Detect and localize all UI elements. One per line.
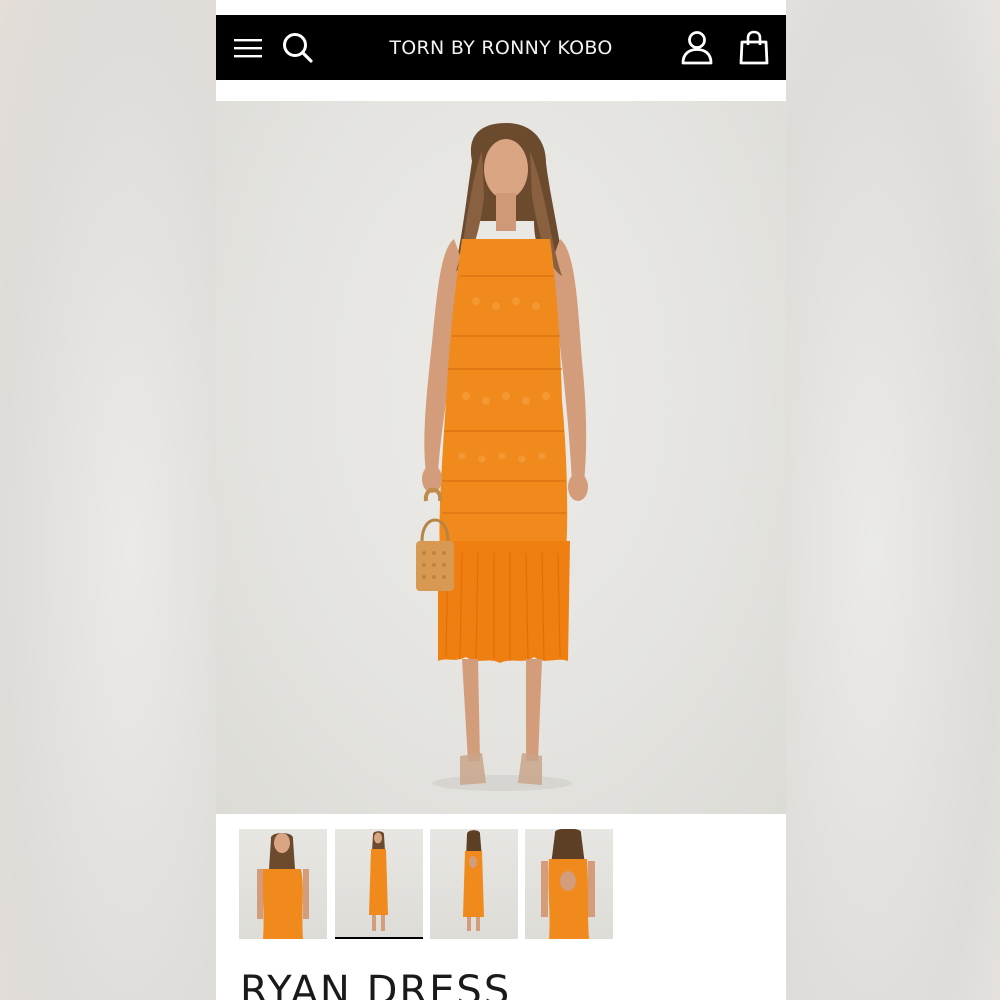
site-header: TORN BY RONNY KOBO: [216, 15, 786, 80]
blurred-background-right: [786, 0, 1000, 1000]
thumbnail-back-full[interactable]: [430, 829, 518, 939]
search-icon[interactable]: [278, 15, 318, 80]
thumbnail-front-full[interactable]: [335, 829, 423, 939]
shopping-bag-icon[interactable]: [736, 15, 772, 80]
thumbnail-front[interactable]: [239, 829, 327, 939]
menu-icon[interactable]: [230, 15, 266, 80]
product-main-image[interactable]: [216, 101, 786, 814]
thumbnail-back[interactable]: [525, 829, 613, 939]
thumbnail-strip: [239, 829, 619, 941]
selected-thumbnail-indicator: [335, 937, 423, 939]
account-icon[interactable]: [678, 15, 716, 80]
mobile-screen: TORN BY RONNY KOBO RYAN DRESS: [216, 0, 786, 1000]
product-title: RYAN DRESS: [240, 968, 512, 1000]
blurred-background-left: [0, 0, 216, 1000]
brand-logo[interactable]: TORN BY RONNY KOBO: [356, 15, 646, 80]
